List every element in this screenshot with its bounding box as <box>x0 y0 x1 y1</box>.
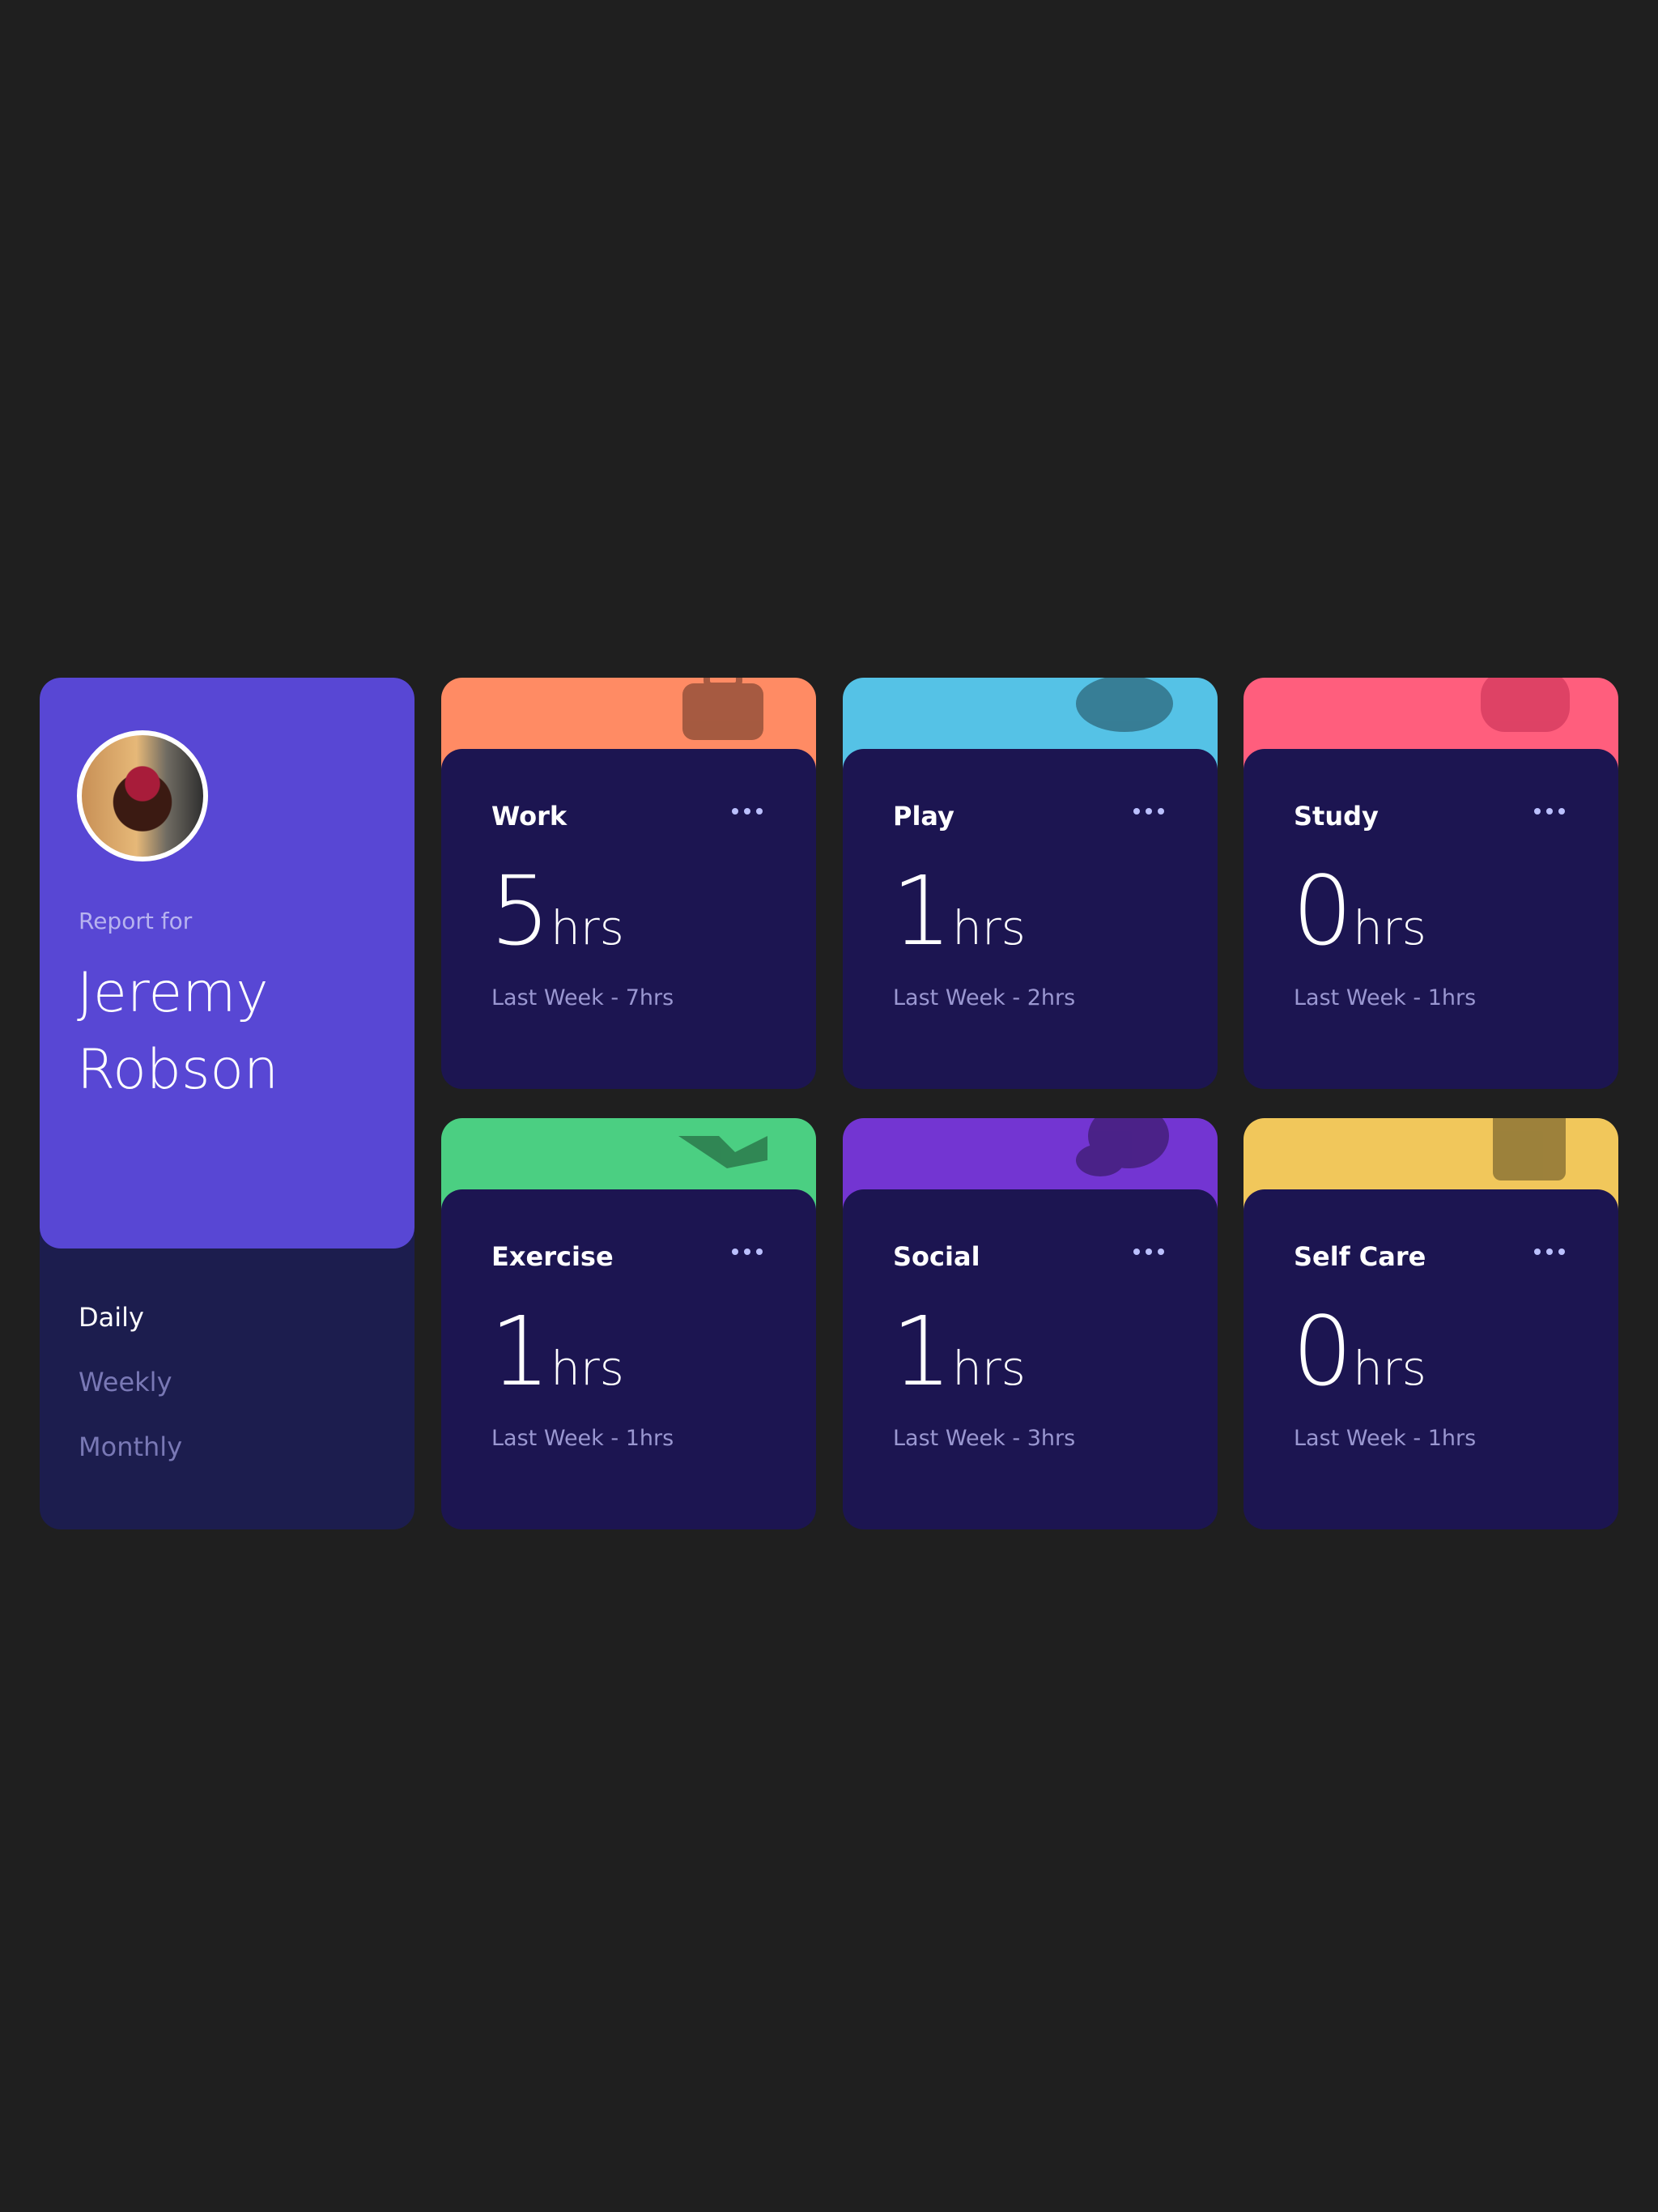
activity-card-social: Social 1hrs Last Week - 3hrs <box>843 1118 1218 1529</box>
runner-icon <box>678 1136 767 1168</box>
ellipsis-icon[interactable] <box>1130 799 1167 823</box>
card-title: Study <box>1294 801 1379 832</box>
card-body: Study 0hrs Last Week - 1hrs <box>1244 749 1618 1089</box>
ellipsis-icon[interactable] <box>729 1240 766 1264</box>
book-icon <box>1481 678 1570 732</box>
previous-hours: Last Week - 3hrs <box>893 1426 1076 1451</box>
period-weekly[interactable]: Weekly <box>79 1366 182 1398</box>
card-title: Play <box>893 801 954 832</box>
briefcase-icon <box>682 678 763 740</box>
user-name: Jeremy Robson <box>77 961 279 1102</box>
avatar <box>77 730 208 861</box>
card-title: Work <box>491 801 568 832</box>
ellipsis-icon[interactable] <box>729 799 766 823</box>
card-body: Exercise 1hrs Last Week - 1hrs <box>441 1189 816 1529</box>
current-hours: 0hrs <box>1292 1295 1426 1407</box>
heart-box-icon <box>1493 1118 1566 1180</box>
activity-card-exercise: Exercise 1hrs Last Week - 1hrs <box>441 1118 816 1529</box>
current-hours: 5hrs <box>490 855 624 967</box>
speech-bubble-icon <box>1076 1118 1169 1176</box>
previous-hours: Last Week - 7hrs <box>491 985 674 1010</box>
period-monthly[interactable]: Monthly <box>79 1431 182 1463</box>
current-hours: 1hrs <box>891 855 1026 967</box>
ellipsis-icon[interactable] <box>1531 1240 1568 1264</box>
profile-card: Report for Jeremy Robson Daily Weekly Mo… <box>40 678 414 1529</box>
current-hours: 0hrs <box>1292 855 1426 967</box>
activity-card-self-care: Self Care 0hrs Last Week - 1hrs <box>1244 1118 1618 1529</box>
period-daily[interactable]: Daily <box>79 1301 182 1334</box>
previous-hours: Last Week - 1hrs <box>491 1426 674 1451</box>
card-body: Work 5hrs Last Week - 7hrs <box>441 749 816 1089</box>
activity-card-work: Work 5hrs Last Week - 7hrs <box>441 678 816 1089</box>
profile-header: Report for Jeremy Robson <box>40 678 414 1249</box>
current-hours: 1hrs <box>490 1295 624 1407</box>
card-body: Self Care 0hrs Last Week - 1hrs <box>1244 1189 1618 1529</box>
current-hours: 1hrs <box>891 1295 1026 1407</box>
game-controller-icon <box>1076 678 1173 732</box>
time-tracking-dashboard: Report for Jeremy Robson Daily Weekly Mo… <box>40 678 1618 1529</box>
report-for-label: Report for <box>79 908 193 934</box>
previous-hours: Last Week - 1hrs <box>1294 1426 1477 1451</box>
ellipsis-icon[interactable] <box>1130 1240 1167 1264</box>
card-title: Self Care <box>1294 1241 1426 1272</box>
card-body: Social 1hrs Last Week - 3hrs <box>843 1189 1218 1529</box>
card-body: Play 1hrs Last Week - 2hrs <box>843 749 1218 1089</box>
period-selector: Daily Weekly Monthly <box>79 1301 182 1495</box>
card-title: Exercise <box>491 1241 614 1272</box>
previous-hours: Last Week - 2hrs <box>893 985 1076 1010</box>
activity-card-play: Play 1hrs Last Week - 2hrs <box>843 678 1218 1089</box>
card-title: Social <box>893 1241 980 1272</box>
activity-card-study: Study 0hrs Last Week - 1hrs <box>1244 678 1618 1089</box>
ellipsis-icon[interactable] <box>1531 799 1568 823</box>
previous-hours: Last Week - 1hrs <box>1294 985 1477 1010</box>
